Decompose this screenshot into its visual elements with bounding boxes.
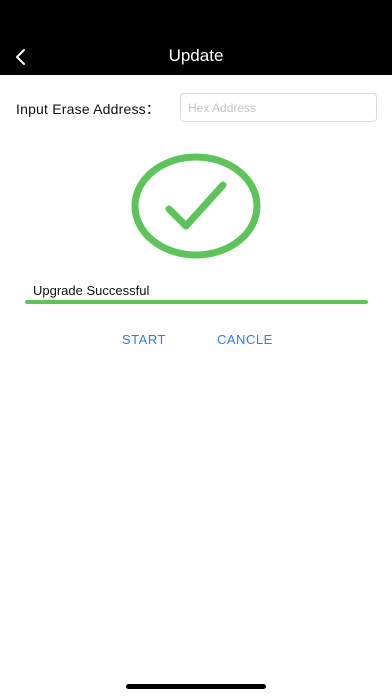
hex-address-input[interactable] <box>180 93 377 122</box>
cancel-button[interactable]: CANCLE <box>217 332 273 347</box>
start-button[interactable]: START <box>122 332 166 347</box>
navigation-bar: Update <box>0 0 392 75</box>
check-circle-icon <box>131 153 261 259</box>
status-message: Upgrade Successful <box>33 283 150 298</box>
page-title: Update <box>168 46 224 65</box>
progress-bar <box>25 300 368 304</box>
home-indicator <box>126 684 266 689</box>
success-indicator <box>130 152 262 260</box>
erase-address-label: Input Erase Address： <box>16 101 161 117</box>
progress-fill <box>25 300 368 304</box>
